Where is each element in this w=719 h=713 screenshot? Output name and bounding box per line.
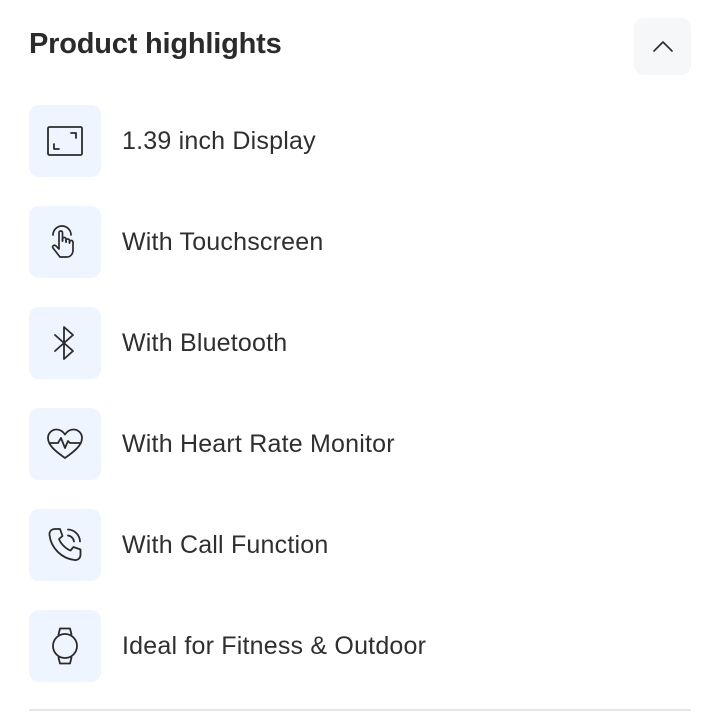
heart-rate-icon: [47, 428, 83, 459]
highlight-item-call: With Call Function: [29, 509, 691, 581]
section-title: Product highlights: [29, 28, 282, 60]
highlight-icon-box: [29, 206, 101, 278]
highlight-icon-box: [29, 408, 101, 480]
highlight-label: With Bluetooth: [122, 329, 288, 357]
touch-hand-icon: [51, 225, 74, 258]
highlight-item-touchscreen: With Touchscreen: [29, 206, 691, 278]
highlight-item-heart-rate: With Heart Rate Monitor: [29, 408, 691, 480]
highlight-label: Ideal for Fitness & Outdoor: [122, 632, 427, 660]
highlight-label: With Touchscreen: [122, 228, 324, 256]
collapse-button[interactable]: [634, 18, 691, 75]
highlight-label: 1.39 inch Display: [122, 127, 316, 155]
highlight-label: With Heart Rate Monitor: [122, 430, 395, 458]
display-size-icon: [47, 126, 83, 156]
bluetooth-icon: [54, 326, 74, 360]
watch-icon: [52, 627, 78, 665]
highlight-icon-box: [29, 509, 101, 581]
highlight-icon-box: [29, 307, 101, 379]
section-header: Product highlights: [29, 0, 691, 88]
phone-call-icon: [48, 528, 82, 561]
highlight-item-display: 1.39 inch Display: [29, 105, 691, 177]
chevron-up-icon: [652, 40, 673, 52]
highlight-icon-box: [29, 105, 101, 177]
product-highlights-section: Product highlights 1.39 inch Display Wit…: [0, 0, 719, 713]
highlights-list: 1.39 inch Display With Touchscreen With …: [29, 105, 691, 711]
highlight-icon-box: [29, 610, 101, 682]
highlight-item-bluetooth: With Bluetooth: [29, 307, 691, 379]
section-divider: [29, 709, 691, 711]
highlight-item-fitness: Ideal for Fitness & Outdoor: [29, 610, 691, 682]
highlight-label: With Call Function: [122, 531, 329, 559]
